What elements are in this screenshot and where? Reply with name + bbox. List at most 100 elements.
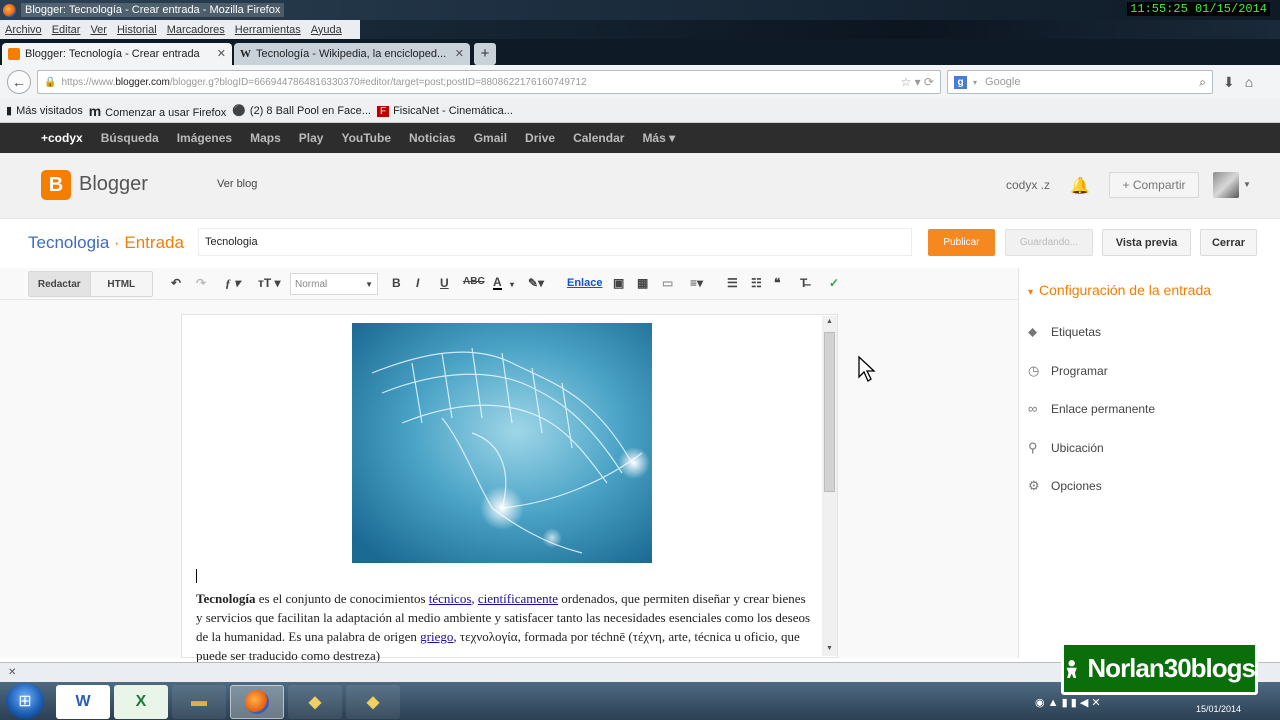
insert-image-icon[interactable]: ▣ [613,276,624,290]
remove-format-icon[interactable]: T̶ [800,276,807,290]
search-bar[interactable]: g ▾ Google ⌕ [947,70,1213,94]
close-button[interactable]: Cerrar [1200,229,1257,256]
bookmark-star-icon[interactable]: ☆ ▾ ⟳ [900,75,934,89]
link-button[interactable]: Enlace [567,277,602,289]
blogger-logo-icon[interactable]: B [41,170,71,200]
notification-bell-icon[interactable]: 🔔 [1070,176,1090,196]
editor-mode-toggle: Redactar HTML [28,271,153,297]
tab-wikipedia[interactable]: W Tecnología - Wikipedia, la encicloped.… [234,42,470,65]
scroll-down-icon[interactable]: ▼ [826,645,833,652]
sidebar-item-opciones[interactable]: ⚙ Opciones [1028,478,1102,494]
gbar-profile[interactable]: +codyx [41,131,83,145]
new-tab-button[interactable]: + [474,42,496,65]
gbar-youtube[interactable]: YouTube [341,131,391,145]
save-button[interactable]: Guardando... [1005,229,1093,256]
italic-icon[interactable]: I [416,276,419,290]
text-color-icon[interactable]: A [493,276,502,290]
post-settings-heading[interactable]: ▾ Configuración de la entrada [1028,282,1211,298]
gbar-noticias[interactable]: Noticias [409,131,456,145]
jump-break-icon[interactable]: ▭ [662,276,673,290]
back-button[interactable]: ← [7,70,31,94]
gbar-gmail[interactable]: Gmail [474,131,507,145]
bullet-list-icon[interactable]: ☷ [751,276,762,290]
preview-button[interactable]: Vista previa [1102,229,1191,256]
body-link-griego[interactable]: griego [420,629,453,644]
gbar-mas[interactable]: Más ▾ [642,131,675,145]
ver-blog-link[interactable]: Ver blog [217,178,257,190]
chevron-down-icon[interactable]: ▼ [1243,180,1251,189]
scrollbar-thumb[interactable] [824,332,835,492]
gbar-drive[interactable]: Drive [525,131,555,145]
firefox-icon[interactable] [230,685,284,719]
start-button[interactable]: ⊞ [6,683,44,719]
breadcrumb-blog[interactable]: Tecnologia [28,233,109,252]
format-select[interactable]: Normal ▼ [290,273,378,295]
post-image[interactable] [352,323,652,563]
sidebar-item-etiquetas[interactable]: ⬥ Etiquetas [1028,324,1101,340]
compose-mode-button[interactable]: Redactar [29,272,91,296]
underline-icon[interactable]: U [440,276,449,290]
chevron-down-icon[interactable]: ▾ [973,78,977,87]
post-body-text[interactable]: Tecnología es el conjunto de conocimient… [196,589,812,665]
bookmark-mas-visitados[interactable]: ▮ Más visitados [6,104,83,117]
desktop-clock: 11:55:25 01/15/2014 [1127,2,1270,16]
close-tab-icon[interactable]: ✕ [455,47,464,60]
app-icon[interactable]: ◆ [288,685,342,719]
body-link-tecnicos[interactable]: técnicos [429,591,472,606]
bookmark-fisicanet[interactable]: F FisicaNet - Cinemática... [376,105,513,117]
breadcrumb-page: Entrada [124,233,184,252]
gbar-calendar[interactable]: Calendar [573,131,624,145]
url-bar[interactable]: 🔒 https://www. blogger.com/blogger.g?blog… [37,70,941,94]
gbar-maps[interactable]: Maps [250,131,281,145]
bold-icon[interactable]: B [392,276,401,290]
font-family-icon[interactable]: ƒ ▾ [225,276,240,291]
app-icon[interactable]: ◆ [346,685,400,719]
gbar-play[interactable]: Play [299,131,324,145]
tab-blogger[interactable]: Blogger: Tecnología - Crear entrada ✕ [2,42,232,65]
gbar-imagenes[interactable]: Imágenes [177,131,232,145]
download-icon[interactable]: ⬇ [1223,74,1235,91]
menu-archivo[interactable]: Archivo [0,24,47,36]
strikethrough-icon[interactable]: ABC [463,276,485,287]
menu-historial[interactable]: Historial [112,24,162,36]
folder-icon[interactable]: ▬ [172,685,226,719]
body-link-cientificamente[interactable]: científicamente [478,591,558,606]
user-name[interactable]: codyx .z [1006,178,1050,192]
menu-editar[interactable]: Editar [47,24,86,36]
excel-icon[interactable]: X [114,685,168,719]
share-button[interactable]: + Compartir [1109,172,1199,198]
chevron-down-icon[interactable]: ▾ [510,280,514,289]
menu-herramientas[interactable]: Herramientas [230,24,306,36]
sidebar-item-ubicacion[interactable]: ⚲ Ubicación [1028,440,1104,456]
spellcheck-icon[interactable]: ✓ [829,276,839,290]
blogger-brand[interactable]: Blogger [79,173,148,196]
close-icon[interactable]: ✕ [8,667,16,678]
quote-icon[interactable]: ❝ [774,276,780,290]
numbered-list-icon[interactable]: ☰ [727,276,738,290]
publish-button[interactable]: Publicar [928,229,995,256]
redo-icon[interactable]: ↷ [196,276,206,290]
search-icon[interactable]: ⌕ [1199,75,1206,90]
undo-icon[interactable]: ↶ [171,276,181,290]
bookmark-firefox[interactable]: m Comenzar a usar Firefox [89,103,227,119]
menu-ver[interactable]: Ver [85,24,112,36]
highlight-color-icon[interactable]: ✎▾ [528,276,544,290]
tag-icon: ⬥ [1028,324,1038,339]
align-icon[interactable]: ≡▾ [690,276,703,290]
avatar[interactable] [1213,172,1239,198]
home-icon[interactable]: ⌂ [1245,74,1253,90]
font-size-icon[interactable]: тT ▾ [258,276,281,290]
bookmark-8ball[interactable]: ⚫ (2) 8 Ball Pool en Face... [232,104,371,117]
gbar-busqueda[interactable]: Búsqueda [101,131,159,145]
close-tab-icon[interactable]: ✕ [217,47,226,60]
sidebar-item-programar[interactable]: ◷ Programar [1028,363,1108,379]
system-tray[interactable]: ◉ ▲ ▮ ▮ ◀ ✕ [1035,696,1101,709]
word-icon[interactable]: W [56,685,110,719]
post-title-input[interactable]: Tecnologia [198,228,912,256]
sidebar-item-enlace-permanente[interactable]: ∞ Enlace permanente [1028,401,1155,416]
scroll-up-icon[interactable]: ▲ [826,318,833,325]
insert-video-icon[interactable]: ▦ [637,276,648,290]
html-mode-button[interactable]: HTML [91,272,153,296]
menu-ayuda[interactable]: Ayuda [306,24,347,36]
menu-marcadores[interactable]: Marcadores [162,24,230,36]
